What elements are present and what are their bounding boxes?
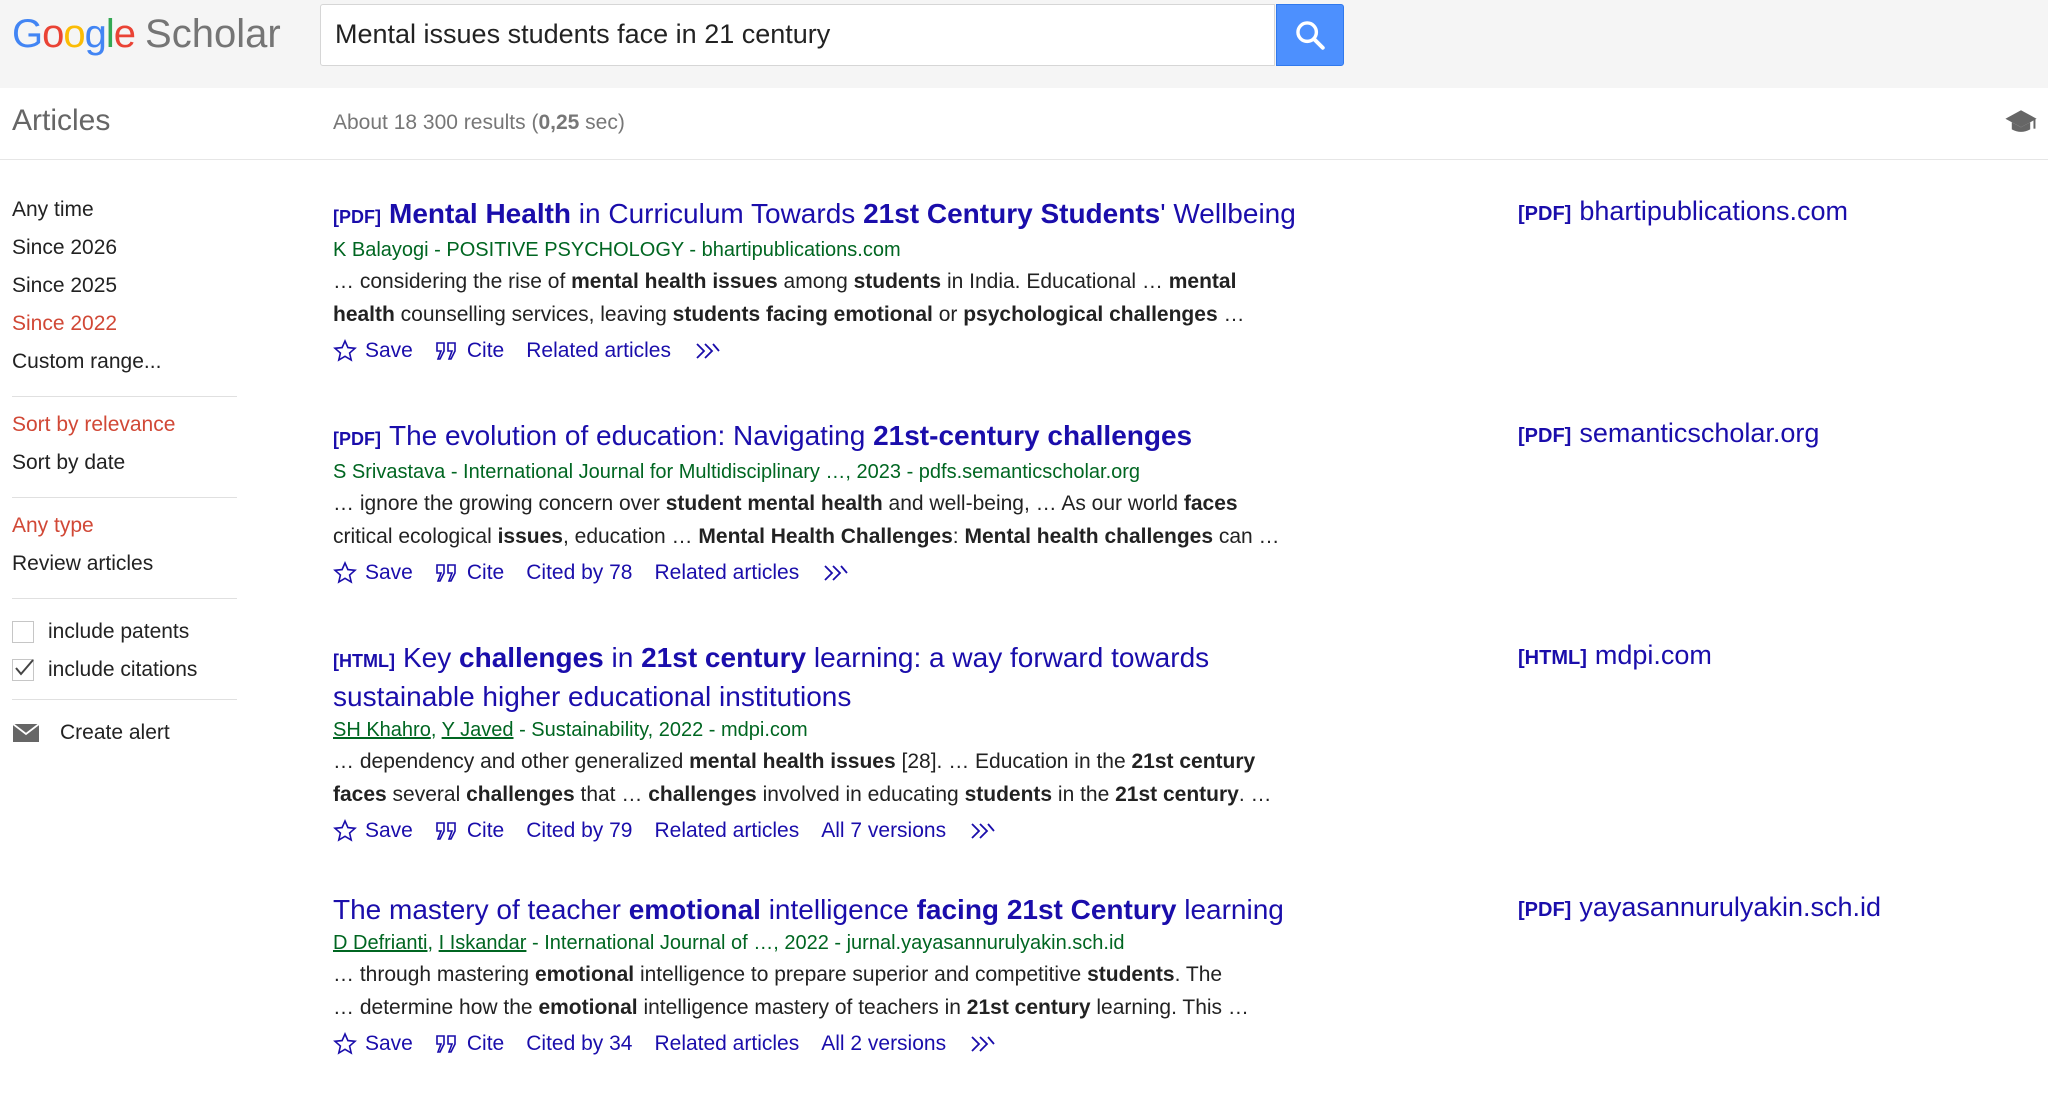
fulltext-link[interactable]: [HTML] mdpi.com xyxy=(1518,640,1712,671)
result-title[interactable]: The mastery of teacher emotional intelli… xyxy=(333,892,1343,928)
filter-since-2022[interactable]: Since 2022 xyxy=(12,310,237,348)
result-meta: S Srivastava - International Journal for… xyxy=(333,461,1141,483)
fulltext-link[interactable]: [PDF] bhartipublications.com xyxy=(1518,196,1848,227)
quote-icon xyxy=(436,342,456,360)
author-link[interactable]: I Iskandar xyxy=(439,932,527,954)
result-actions: Save Cite Cited by 78 Related articles xyxy=(333,555,1343,591)
create-alert-link[interactable]: Create alert xyxy=(12,714,237,752)
save-button[interactable]: Save xyxy=(333,819,413,843)
google-scholar-logo[interactable]: Google Scholar xyxy=(12,10,281,58)
search-box xyxy=(320,4,1275,66)
cite-button[interactable]: Cite xyxy=(435,1032,504,1056)
filter-any-time[interactable]: Any time xyxy=(12,196,237,234)
quote-icon xyxy=(436,564,456,582)
graduation-cap-icon xyxy=(2005,110,2037,132)
checkbox-box[interactable] xyxy=(12,621,34,643)
type-any[interactable]: Any type xyxy=(12,512,237,550)
result-item: The mastery of teacher emotional intelli… xyxy=(333,892,1881,1114)
double-chevron-icon xyxy=(696,343,720,359)
result-snippet: … ignore the growing concern over studen… xyxy=(333,492,1280,548)
result-actions: Save Cite Related articles xyxy=(333,333,1343,369)
star-icon xyxy=(333,339,357,362)
cited-by-link[interactable]: Cited by 78 xyxy=(526,561,632,585)
result-snippet: … considering the rise of mental health … xyxy=(333,270,1245,326)
cite-button[interactable]: Cite xyxy=(435,819,504,843)
result-count: About 18 300 results (0,25 sec) xyxy=(333,111,625,134)
result-item: [PDF] The evolution of education: Navigat… xyxy=(333,418,1819,640)
result-title[interactable]: [HTML] Key challenges in 21st century lea… xyxy=(333,640,1293,715)
author-link[interactable]: D Defrianti xyxy=(333,932,427,954)
sidebar-divider xyxy=(12,699,237,700)
double-chevron-icon xyxy=(971,823,995,839)
save-button[interactable]: Save xyxy=(333,1032,413,1056)
type-review-articles[interactable]: Review articles xyxy=(12,550,237,588)
search-icon xyxy=(1296,21,1325,50)
result-actions: Save Cite Cited by 34 Related articles A… xyxy=(333,1026,1343,1062)
save-button[interactable]: Save xyxy=(333,339,413,363)
fulltext-link[interactable]: [PDF] yayasannurulyakin.sch.id xyxy=(1518,892,1881,923)
related-articles-link[interactable]: Related articles xyxy=(654,819,799,843)
more-button[interactable] xyxy=(693,341,729,361)
save-button[interactable]: Save xyxy=(333,561,413,585)
quote-icon xyxy=(436,822,456,840)
all-versions-link[interactable]: All 7 versions xyxy=(821,819,946,843)
author-link[interactable]: K Balayogi xyxy=(333,239,429,261)
check-icon xyxy=(15,659,34,676)
all-versions-link[interactable]: All 2 versions xyxy=(821,1032,946,1056)
result-item: [HTML] Key challenges in 21st century lea… xyxy=(333,640,1712,892)
related-articles-link[interactable]: Related articles xyxy=(654,561,799,585)
sub-header xyxy=(0,88,2048,160)
search-button[interactable] xyxy=(1276,4,1344,66)
cited-by-link[interactable]: Cited by 34 xyxy=(526,1032,632,1056)
result-item: [PDF] Mental Health in Curriculum Towards… xyxy=(333,196,1848,418)
fulltext-link[interactable]: [PDF] semanticscholar.org xyxy=(1518,418,1819,449)
results-list: [PDF] Mental Health in Curriculum Towards… xyxy=(333,196,1881,1114)
filter-since-2026[interactable]: Since 2026 xyxy=(12,234,237,272)
result-snippet: … through mastering emotional intelligen… xyxy=(333,963,1249,1019)
section-title: Articles xyxy=(12,104,111,137)
sidebar-divider xyxy=(12,598,237,599)
double-chevron-icon xyxy=(824,565,848,581)
author-link[interactable]: S Srivastava xyxy=(333,461,445,483)
include-citations-checkbox[interactable]: include citations xyxy=(12,651,237,689)
cite-button[interactable]: Cite xyxy=(435,339,504,363)
more-button[interactable] xyxy=(821,563,857,583)
result-meta: K Balayogi - POSITIVE PSYCHOLOGY - bhart… xyxy=(333,239,901,261)
result-actions: Save Cite Cited by 79 Related articles A… xyxy=(333,813,1343,849)
sort-by-date[interactable]: Sort by date xyxy=(12,449,237,487)
result-meta: D Defrianti, I Iskandar - International … xyxy=(333,932,1125,954)
sort-by-relevance[interactable]: Sort by relevance xyxy=(12,411,237,449)
more-button[interactable] xyxy=(968,821,1004,841)
author-link[interactable]: SH Khahro xyxy=(333,719,431,741)
sidebar-divider xyxy=(12,497,237,498)
cite-button[interactable]: Cite xyxy=(435,561,504,585)
mail-icon xyxy=(12,723,40,742)
related-articles-link[interactable]: Related articles xyxy=(526,339,671,363)
filter-custom-range[interactable]: Custom range... xyxy=(12,348,237,386)
cited-by-link[interactable]: Cited by 79 xyxy=(526,819,632,843)
double-chevron-icon xyxy=(971,1036,995,1052)
sidebar: Any time Since 2026 Since 2025 Since 202… xyxy=(12,196,237,752)
sidebar-divider xyxy=(12,396,237,397)
star-icon xyxy=(333,561,357,584)
related-articles-link[interactable]: Related articles xyxy=(654,1032,799,1056)
author-link[interactable]: Y Javed xyxy=(442,719,514,741)
star-icon xyxy=(333,819,357,842)
my-library-button[interactable] xyxy=(2004,106,2038,145)
result-title[interactable]: [PDF] Mental Health in Curriculum Towards… xyxy=(333,196,1343,235)
include-patents-checkbox[interactable]: include patents xyxy=(12,613,237,651)
result-meta: SH Khahro, Y Javed - Sustainability, 202… xyxy=(333,719,808,741)
result-title[interactable]: [PDF] The evolution of education: Navigat… xyxy=(333,418,1343,457)
checkbox-box[interactable] xyxy=(12,659,34,681)
star-icon xyxy=(333,1032,357,1055)
quote-icon xyxy=(436,1035,456,1053)
more-button[interactable] xyxy=(968,1034,1004,1054)
top-bar: Google Scholar xyxy=(0,0,2048,88)
search-input[interactable] xyxy=(321,5,1269,63)
result-snippet: … dependency and other generalized menta… xyxy=(333,750,1272,806)
filter-since-2025[interactable]: Since 2025 xyxy=(12,272,237,310)
